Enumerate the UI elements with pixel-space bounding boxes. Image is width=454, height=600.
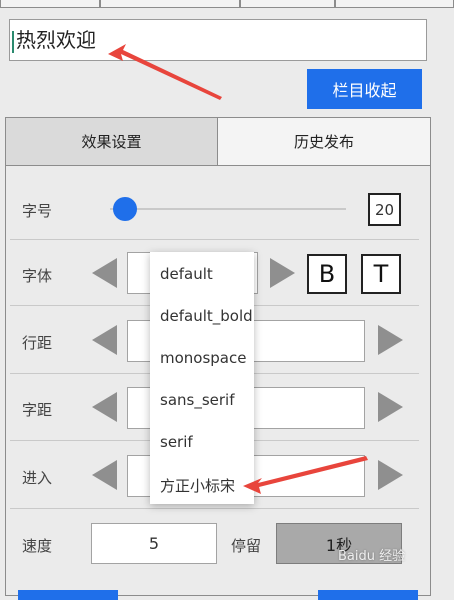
bottom-left-button[interactable] (18, 590, 118, 600)
font-size-slider-thumb[interactable] (113, 197, 137, 221)
font-option-monospace[interactable]: monospace (160, 349, 246, 367)
font-prev-arrow-icon[interactable] (92, 258, 117, 288)
font-size-value: 20 (368, 193, 401, 226)
font-option-sans-serif[interactable]: sans_serif (160, 391, 235, 409)
speed-label: 速度 (22, 537, 53, 555)
font-size-label: 字号 (22, 202, 53, 220)
font-option-default[interactable]: default (160, 265, 213, 283)
enter-label: 进入 (22, 469, 53, 487)
divider (10, 508, 419, 509)
top-toolbar (0, 0, 454, 10)
collapse-button[interactable]: 栏目收起 (307, 69, 422, 109)
font-size-slider-track[interactable] (110, 208, 346, 210)
toolbar-button-3[interactable] (240, 0, 335, 8)
line-spacing-next-arrow-icon[interactable] (378, 325, 403, 355)
enter-next-arrow-icon[interactable] (378, 460, 403, 490)
text-cursor (12, 30, 14, 53)
text-style-button[interactable]: T (361, 254, 401, 294)
bold-button[interactable]: B (307, 254, 347, 294)
letter-spacing-prev-arrow-icon[interactable] (92, 392, 117, 422)
enter-prev-arrow-icon[interactable] (92, 460, 117, 490)
tab-history-publish[interactable]: 历史发布 (218, 117, 431, 166)
bottom-right-button[interactable] (318, 590, 418, 600)
font-next-arrow-icon[interactable] (270, 258, 295, 288)
line-spacing-prev-arrow-icon[interactable] (92, 325, 117, 355)
font-option-serif[interactable]: serif (160, 433, 193, 451)
letter-spacing-next-arrow-icon[interactable] (378, 392, 403, 422)
text-input-value: 热烈欢迎 (16, 28, 96, 52)
letter-spacing-label: 字距 (22, 401, 53, 419)
toolbar-button-1[interactable] (0, 0, 100, 8)
font-dropdown-menu: default default_bold monospace sans_seri… (150, 252, 254, 504)
stay-label: 停留 (231, 537, 262, 555)
toolbar-button-4[interactable] (335, 0, 454, 8)
font-option-default-bold[interactable]: default_bold (160, 307, 253, 325)
divider (10, 239, 419, 240)
line-spacing-label: 行距 (22, 334, 53, 352)
tab-effects-settings[interactable]: 效果设置 (5, 117, 218, 166)
watermark: Baidu 经验 (338, 549, 406, 564)
text-input[interactable]: 热烈欢迎 (9, 19, 427, 61)
font-label: 字体 (22, 267, 53, 285)
speed-field[interactable]: 5 (91, 523, 217, 564)
font-option-fangzheng[interactable]: 方正小标宋 (160, 475, 235, 496)
toolbar-button-2[interactable] (100, 0, 240, 8)
